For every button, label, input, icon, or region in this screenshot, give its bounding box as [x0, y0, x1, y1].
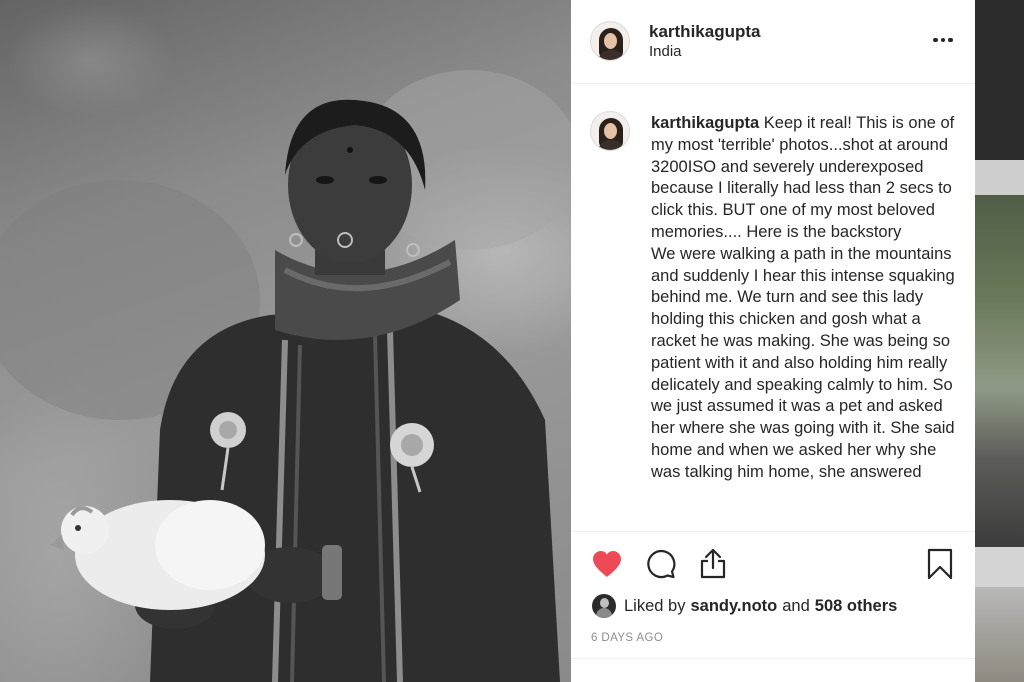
- post-photo[interactable]: [0, 0, 571, 682]
- bookmark-icon: [927, 548, 953, 580]
- background-feed-strip: [975, 0, 1024, 682]
- comments-section[interactable]: karthikagupta Keep it real! This is one …: [571, 85, 975, 531]
- liker-username[interactable]: sandy.noto: [690, 597, 777, 615]
- post-side-panel: karthikagupta India karthikagupta Keep i…: [571, 0, 975, 682]
- more-options-button[interactable]: [929, 30, 957, 50]
- like-button[interactable]: [590, 547, 624, 581]
- more-horizontal-icon: [933, 37, 938, 43]
- liker-avatar[interactable]: [592, 594, 616, 618]
- comment-bubble-icon: [647, 549, 676, 579]
- heart-icon: [593, 551, 621, 577]
- post-actions: Liked by sandy.noto and 508 others 6 DAYS A…: [571, 531, 975, 682]
- post-location[interactable]: India: [649, 43, 682, 60]
- likes-summary: Liked by sandy.noto and 508 others: [592, 593, 897, 619]
- post-photo-illustration: [0, 70, 571, 682]
- post-caption: karthikagupta Keep it real! This is one …: [651, 113, 961, 484]
- likes-joiner: and: [782, 596, 810, 615]
- caption-author-avatar[interactable]: [590, 111, 630, 151]
- liked-by-label: Liked by: [624, 596, 686, 615]
- author-username[interactable]: karthikagupta: [649, 22, 760, 42]
- caption-username[interactable]: karthikagupta: [651, 114, 759, 132]
- share-button[interactable]: [696, 546, 730, 580]
- post-timestamp[interactable]: 6 DAYS AGO: [591, 632, 663, 644]
- divider: [571, 658, 975, 659]
- share-upload-icon: [700, 548, 726, 579]
- likes-text: Liked by sandy.noto and 508 others: [624, 597, 897, 616]
- author-avatar[interactable]: [590, 21, 630, 61]
- save-button[interactable]: [923, 547, 957, 581]
- caption-text: Keep it real! This is one of my most 'te…: [651, 114, 955, 481]
- likes-others-link[interactable]: 508 others: [815, 597, 898, 615]
- comment-button[interactable]: [644, 547, 678, 581]
- post-header: karthikagupta India: [571, 0, 975, 84]
